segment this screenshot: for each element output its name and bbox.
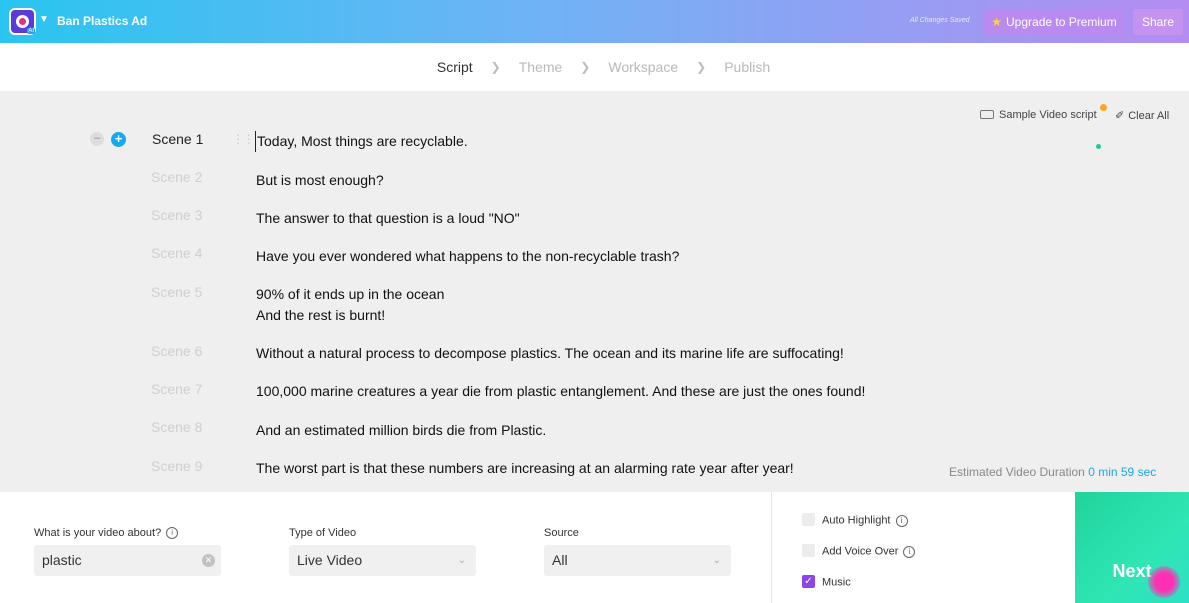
step-publish[interactable]: Publish (724, 59, 770, 75)
project-title[interactable]: Ban Plastics Ad (57, 14, 147, 28)
voice-over-option[interactable]: Add Voice Over i (802, 544, 916, 558)
scene-text[interactable]: Today, Most things are recyclable. (255, 131, 468, 152)
step-theme[interactable]: Theme (519, 59, 563, 75)
chevron-down-icon[interactable]: ▼ (39, 14, 49, 25)
upgrade-button[interactable]: ★ Upgrade to Premium (984, 9, 1124, 35)
workflow-stepper: Script ❯ Theme ❯ Workspace ❯ Publish (0, 43, 1189, 91)
broom-icon: ✐ (1115, 110, 1125, 122)
star-icon: ★ (991, 15, 1003, 29)
step-workspace[interactable]: Workspace (608, 59, 678, 75)
video-type-value: Live Video (297, 552, 363, 568)
auto-highlight-option[interactable]: Auto Highlight i (802, 513, 908, 527)
scene-label[interactable]: Scene 2 (151, 169, 202, 185)
scene-text[interactable]: The worst part is that these numbers are… (256, 458, 794, 479)
about-input-value: plastic (42, 552, 82, 568)
clear-all-label: Clear All (1128, 110, 1170, 122)
chevron-down-icon: ⌄ (457, 555, 466, 566)
scene-label[interactable]: Scene 8 (151, 419, 202, 435)
sample-script-label: Sample Video script (999, 109, 1097, 121)
estimated-duration: Estimated Video Duration 0 min 59 sec (949, 465, 1156, 479)
duration-value: 0 min 59 sec (1088, 465, 1157, 479)
script-editor: Sample Video script ✐ Clear All – + ⋮⋮ Sc… (0, 91, 1189, 492)
logo-eye-icon (16, 15, 29, 28)
app-logo[interactable]: AI (9, 8, 36, 35)
scene-text-line-2[interactable]: And the rest is burnt! (256, 305, 385, 326)
chevron-right-icon: ❯ (696, 60, 707, 74)
scene-text[interactable]: 90% of it ends up in the ocean (256, 284, 444, 305)
scene-label[interactable]: Scene 7 (151, 381, 202, 397)
scene-text[interactable]: 100,000 marine creatures a year die from… (256, 381, 865, 402)
auto-highlight-label: Auto Highlight (822, 514, 891, 527)
upgrade-label: Upgrade to Premium (1006, 15, 1117, 29)
type-label: Type of Video (289, 527, 357, 539)
voice-over-label: Add Voice Over (822, 545, 899, 558)
add-scene-button[interactable]: + (111, 132, 126, 147)
music-checkbox[interactable]: ✓ (802, 575, 815, 588)
source-value: All (552, 552, 568, 568)
info-icon[interactable]: i (903, 545, 916, 558)
scene-text[interactable]: Without a natural process to decompose p… (256, 343, 844, 364)
source-select[interactable]: All ⌄ (544, 545, 731, 576)
chevron-down-icon: ⌄ (712, 555, 721, 566)
source-label: Source (544, 527, 579, 539)
music-option[interactable]: ✓ Music (802, 575, 851, 589)
music-label: Music (822, 576, 851, 589)
about-label: What is your video about? i (34, 527, 179, 540)
about-input[interactable]: plastic ✕ (34, 545, 221, 576)
scene-label[interactable]: Scene 4 (151, 245, 202, 261)
scene-text[interactable]: The answer to that question is a loud "N… (256, 208, 520, 229)
logo-badge: AI (27, 28, 35, 34)
sample-script-button[interactable]: Sample Video script (980, 109, 1097, 121)
about-label-text: What is your video about? (34, 527, 162, 539)
info-icon[interactable]: i (895, 514, 908, 527)
top-bar: AI ▼ Ban Plastics Ad All Changes Saved ★… (0, 0, 1189, 43)
notification-dot (1100, 104, 1107, 111)
duration-label: Estimated Video Duration (949, 465, 1085, 479)
step-script[interactable]: Script (437, 59, 473, 75)
voice-over-checkbox[interactable] (802, 544, 815, 557)
scene-text[interactable]: And an estimated million birds die from … (256, 420, 546, 441)
scene-label[interactable]: Scene 1 (152, 131, 203, 147)
scene-text[interactable]: Have you ever wondered what happens to t… (256, 246, 679, 267)
script-icon (980, 109, 994, 119)
scene-label[interactable]: Scene 6 (151, 343, 202, 359)
panel-divider (771, 492, 772, 603)
status-dot (1096, 144, 1101, 149)
auto-highlight-checkbox[interactable] (802, 513, 815, 526)
clear-input-icon[interactable]: ✕ (202, 554, 215, 567)
save-status: All Changes Saved (910, 17, 970, 24)
assistant-bubble[interactable] (1148, 566, 1180, 598)
logo-pupil-icon (19, 18, 26, 25)
share-button[interactable]: Share (1133, 9, 1183, 35)
info-icon[interactable]: i (166, 527, 179, 540)
scene-label[interactable]: Scene 5 (151, 284, 202, 300)
remove-scene-button[interactable]: – (90, 132, 104, 146)
drag-handle-icon[interactable]: ⋮⋮ (232, 132, 255, 146)
settings-panel: What is your video about? i plastic ✕ Typ… (0, 492, 1189, 603)
chevron-right-icon: ❯ (580, 60, 591, 74)
scene-label[interactable]: Scene 3 (151, 207, 202, 223)
clear-all-button[interactable]: ✐ Clear All (1115, 109, 1169, 122)
video-type-select[interactable]: Live Video ⌄ (289, 545, 476, 576)
chevron-right-icon: ❯ (490, 60, 501, 74)
scene-text[interactable]: But is most enough? (256, 170, 384, 191)
scene-label[interactable]: Scene 9 (151, 458, 202, 474)
